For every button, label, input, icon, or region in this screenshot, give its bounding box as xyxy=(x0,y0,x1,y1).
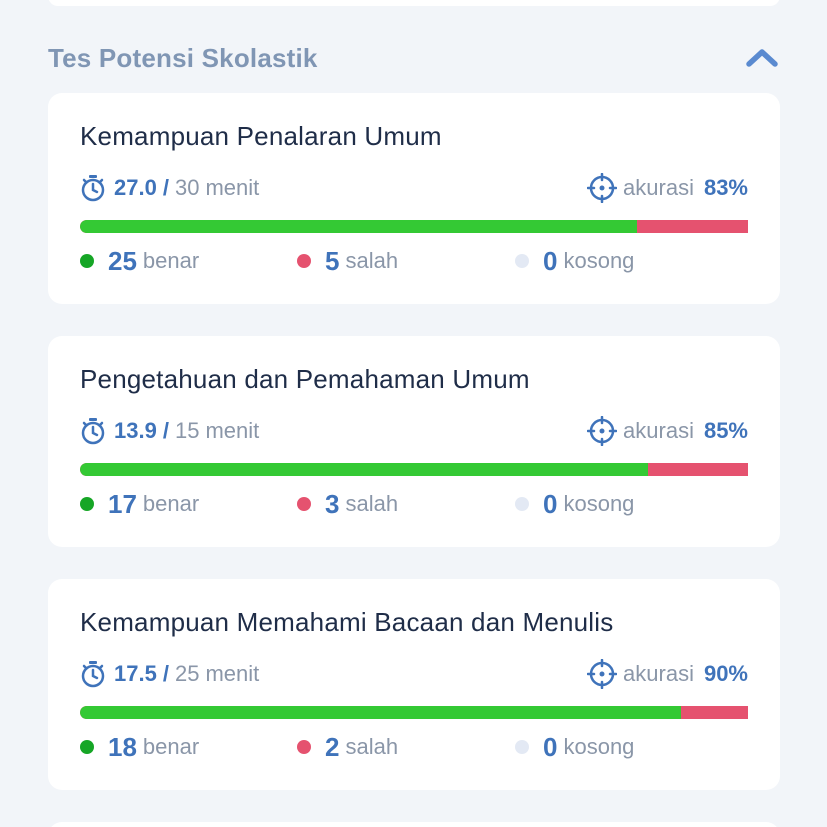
time-info: 17.5 / 25 menit xyxy=(80,657,259,691)
stat-empty: 0 kosong xyxy=(515,484,634,524)
wrong-label: salah xyxy=(345,734,399,759)
correct-label: benar xyxy=(142,734,200,759)
page: Tes Potensi Skolastik Kemampuan Penalara… xyxy=(0,0,827,827)
next-card xyxy=(48,822,780,827)
time-separator: / xyxy=(162,661,169,686)
section-title: Tes Potensi Skolastik xyxy=(48,42,318,73)
stat-wrong: 5 salah xyxy=(297,241,398,281)
correct-count: 25 xyxy=(108,245,137,276)
wrong-dot-icon xyxy=(297,254,311,268)
accuracy-label: akurasi xyxy=(623,175,694,200)
time-used: 17.5 xyxy=(114,661,157,686)
accuracy-value: 83% xyxy=(703,175,748,200)
stopwatch-icon xyxy=(81,661,105,688)
score-bar-correct xyxy=(80,220,638,233)
wrong-count: 3 xyxy=(325,488,340,519)
score-bar xyxy=(80,463,748,476)
score-bar xyxy=(80,706,748,719)
empty-count: 0 xyxy=(543,488,558,519)
time-separator: / xyxy=(162,418,169,443)
subtest-card[interactable]: Pengetahuan dan Pemahaman Umum 13.9 / 15… xyxy=(48,336,780,547)
wrong-count: 2 xyxy=(325,731,340,762)
correct-label: benar xyxy=(142,491,200,516)
score-bar-wrong xyxy=(637,220,748,233)
stat-correct: 18 benar xyxy=(80,727,199,767)
accuracy-info: akurasi 83% xyxy=(587,171,748,205)
accuracy-label: akurasi xyxy=(623,418,694,443)
stat-wrong: 3 salah xyxy=(297,484,398,524)
stat-correct: 25 benar xyxy=(80,241,199,281)
crosshair-icon xyxy=(587,416,618,446)
time-unit: menit xyxy=(205,175,260,200)
score-bar-correct xyxy=(80,463,648,476)
correct-dot-icon xyxy=(80,497,94,511)
score-bar-wrong xyxy=(647,463,748,476)
wrong-label: salah xyxy=(345,248,399,273)
score-bar-correct xyxy=(80,706,682,719)
time-unit: menit xyxy=(205,418,260,443)
subtest-title: Pengetahuan dan Pemahaman Umum xyxy=(80,364,530,394)
time-total: 25 xyxy=(174,661,200,686)
subtest-card[interactable]: Kemampuan Memahami Bacaan dan Menulis 17… xyxy=(48,579,780,790)
correct-label: benar xyxy=(142,248,200,273)
empty-label: kosong xyxy=(563,248,635,273)
score-bar-wrong xyxy=(681,706,748,719)
time-total: 15 xyxy=(174,418,200,443)
empty-count: 0 xyxy=(543,731,558,762)
stopwatch-icon xyxy=(81,418,105,445)
accuracy-info: akurasi 90% xyxy=(587,657,748,691)
time-info: 13.9 / 15 menit xyxy=(80,414,259,448)
wrong-count: 5 xyxy=(325,245,340,276)
answer-stats: 17 benar 3 salah 0 kosong xyxy=(80,484,748,524)
subtest-title: Kemampuan Penalaran Umum xyxy=(80,121,442,151)
empty-dot-icon xyxy=(515,497,529,511)
accuracy-info: akurasi 85% xyxy=(587,414,748,448)
stat-correct: 17 benar xyxy=(80,484,199,524)
correct-dot-icon xyxy=(80,740,94,754)
empty-label: kosong xyxy=(563,491,635,516)
section-header: Tes Potensi Skolastik xyxy=(48,38,780,78)
wrong-dot-icon xyxy=(297,740,311,754)
empty-dot-icon xyxy=(515,254,529,268)
wrong-label: salah xyxy=(345,491,399,516)
chevron-up-icon xyxy=(746,49,778,67)
subtest-title: Kemampuan Memahami Bacaan dan Menulis xyxy=(80,607,614,637)
wrong-dot-icon xyxy=(297,497,311,511)
answer-stats: 18 benar 2 salah 0 kosong xyxy=(80,727,748,767)
collapse-button[interactable] xyxy=(744,40,780,76)
time-total: 30 xyxy=(174,175,200,200)
accuracy-value: 85% xyxy=(703,418,748,443)
time-used: 13.9 xyxy=(114,418,157,443)
previous-card xyxy=(48,0,780,6)
correct-count: 17 xyxy=(108,488,137,519)
answer-stats: 25 benar 5 salah 0 kosong xyxy=(80,241,748,281)
time-info: 27.0 / 30 menit xyxy=(80,171,259,205)
accuracy-label: akurasi xyxy=(623,661,694,686)
empty-count: 0 xyxy=(543,245,558,276)
crosshair-icon xyxy=(587,659,618,689)
crosshair-icon xyxy=(587,173,618,203)
correct-count: 18 xyxy=(108,731,137,762)
time-separator: / xyxy=(162,175,169,200)
empty-dot-icon xyxy=(515,740,529,754)
empty-label: kosong xyxy=(563,734,635,759)
accuracy-value: 90% xyxy=(703,661,748,686)
stat-empty: 0 kosong xyxy=(515,241,634,281)
stat-wrong: 2 salah xyxy=(297,727,398,767)
time-used: 27.0 xyxy=(114,175,157,200)
time-unit: menit xyxy=(205,661,260,686)
stopwatch-icon xyxy=(81,175,105,202)
subtest-card[interactable]: Kemampuan Penalaran Umum 27.0 / 30 menit… xyxy=(48,93,780,304)
stat-empty: 0 kosong xyxy=(515,727,634,767)
correct-dot-icon xyxy=(80,254,94,268)
score-bar xyxy=(80,220,748,233)
